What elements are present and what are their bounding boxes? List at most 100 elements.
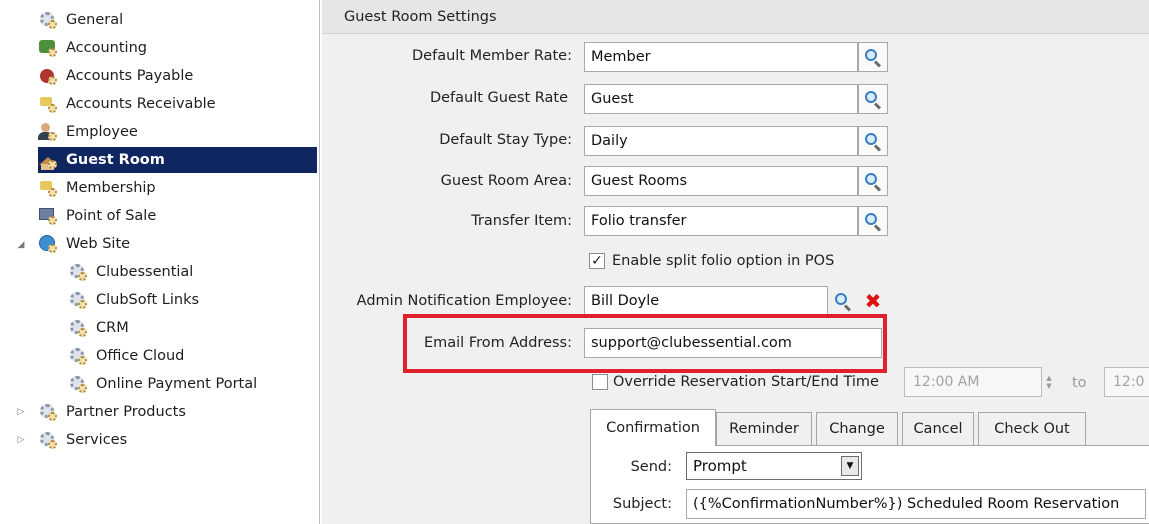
dropdown-arrow-icon[interactable]: ▼ — [841, 456, 859, 476]
tab-reminder[interactable]: Reminder — [716, 412, 812, 445]
admin-notification-employee-lookup-button[interactable] — [828, 286, 858, 316]
tree-item-label: General — [66, 12, 124, 28]
subject-label: Subject: — [612, 496, 672, 512]
tree-item-clubsoft-links[interactable]: ClubSoft Links — [68, 287, 199, 313]
web-site-icon — [38, 234, 58, 254]
expand-arrow-icon[interactable]: ▷ — [16, 435, 26, 445]
tree-item-label: Accounting — [66, 40, 147, 56]
guest-room-area-label: Guest Room Area: — [440, 173, 572, 189]
tree-item-label: Online Payment Portal — [96, 376, 258, 392]
tree-item-web-site[interactable]: Web Site — [38, 231, 130, 257]
membership-icon — [38, 178, 58, 198]
magnifier-icon — [864, 90, 882, 110]
tree-item-employee[interactable]: Employee — [38, 119, 138, 145]
point-of-sale-icon — [38, 206, 58, 226]
transfer-item-label: Transfer Item: — [471, 213, 572, 229]
gear-icon — [68, 262, 88, 282]
default-member-rate-lookup-button[interactable] — [858, 42, 888, 72]
send-dropdown-value: Prompt — [693, 457, 747, 475]
default-guest-rate-label: Default Guest Rate — [429, 90, 568, 106]
expand-arrow-icon[interactable]: ▷ — [16, 407, 26, 417]
tree-item-label: Web Site — [66, 236, 131, 252]
tab-change[interactable]: Change — [816, 412, 898, 445]
employee-icon — [38, 122, 58, 142]
gear-icon — [38, 402, 58, 422]
tree-item-label: CRM — [96, 320, 129, 336]
gear-icon — [68, 290, 88, 310]
guest-room-area-input[interactable]: Guest Rooms — [584, 166, 858, 196]
override-reservation-checkbox[interactable] — [592, 374, 608, 390]
gear-icon — [38, 430, 58, 450]
split-folio-checkbox[interactable]: ✓ — [589, 253, 605, 269]
default-member-rate-input[interactable]: Member — [584, 42, 858, 72]
transfer-item-input[interactable]: Folio transfer — [584, 206, 858, 236]
tree-item-online-payment-portal[interactable]: Online Payment Portal — [68, 371, 257, 397]
magnifier-icon — [864, 212, 882, 232]
magnifier-icon — [864, 132, 882, 152]
guest-room-icon — [38, 150, 58, 170]
tree-item-partner-products[interactable]: Partner Products — [38, 399, 186, 425]
send-dropdown[interactable]: Prompt ▼ — [686, 452, 862, 480]
transfer-item-lookup-button[interactable] — [858, 206, 888, 236]
tree-item-label: Services — [66, 432, 128, 448]
tree-item-label: Office Cloud — [96, 348, 185, 364]
tree-item-label: Membership — [66, 180, 156, 196]
tree-item-accounts-payable[interactable]: Accounts Payable — [38, 63, 193, 89]
start-time-spinner[interactable]: ▲ ▼ — [1042, 367, 1056, 397]
magnifier-icon — [864, 172, 882, 192]
tree-item-office-cloud[interactable]: Office Cloud — [68, 343, 184, 369]
override-reservation-label: Override Reservation Start/End Time — [613, 374, 879, 390]
spinner-up-icon: ▲ — [1046, 374, 1052, 382]
accounts-receivable-icon — [38, 94, 58, 114]
default-guest-rate-lookup-button[interactable] — [858, 84, 888, 114]
admin-notification-employee-input[interactable]: Bill Doyle — [584, 286, 828, 316]
tree-item-label: Guest Room — [66, 152, 165, 168]
tree-item-label: Employee — [66, 124, 138, 140]
tree-item-label: Point of Sale — [66, 208, 157, 224]
tree-item-accounting[interactable]: Accounting — [38, 35, 147, 61]
tree-item-services[interactable]: Services — [38, 427, 127, 453]
tab-check-out[interactable]: Check Out — [978, 412, 1086, 445]
default-stay-type-input[interactable]: Daily — [584, 126, 858, 156]
spinner-down-icon: ▼ — [1046, 382, 1052, 390]
tab-confirmation[interactable]: Confirmation — [590, 409, 716, 446]
subject-input[interactable]: ({%ConfirmationNumber%}) Scheduled Room … — [686, 489, 1146, 519]
magnifier-icon — [834, 292, 852, 312]
email-from-address-input[interactable]: support@clubessential.com — [584, 328, 882, 358]
tree-item-accounts-receivable[interactable]: Accounts Receivable — [38, 91, 216, 117]
admin-notification-employee-label: Admin Notification Employee: — [356, 293, 572, 309]
tab-cancel[interactable]: Cancel — [902, 412, 974, 445]
default-stay-type-lookup-button[interactable] — [858, 126, 888, 156]
settings-tree: General Accounting Accounts Payable Acco… — [0, 0, 320, 524]
to-label: to — [1072, 375, 1087, 391]
tree-item-crm[interactable]: CRM — [68, 315, 129, 341]
tree-item-label: Accounts Payable — [66, 68, 194, 84]
email-from-address-label: Email From Address: — [423, 335, 572, 351]
accounts-payable-icon — [38, 66, 58, 86]
magnifier-icon — [864, 48, 882, 68]
tree-item-membership[interactable]: Membership — [38, 175, 156, 201]
gear-icon — [38, 10, 58, 30]
guest-room-area-lookup-button[interactable] — [858, 166, 888, 196]
gear-icon — [68, 346, 88, 366]
collapse-arrow-icon[interactable]: ◢ — [16, 240, 26, 250]
default-member-rate-label: Default Member Rate: — [412, 48, 572, 64]
checkmark-icon: ✓ — [591, 253, 603, 269]
tree-item-point-of-sale[interactable]: Point of Sale — [38, 203, 156, 229]
tree-item-guest-room[interactable]: Guest Room — [38, 147, 317, 173]
default-stay-type-label: Default Stay Type: — [439, 132, 572, 148]
gear-icon — [68, 374, 88, 394]
tree-item-clubessential[interactable]: Clubessential — [68, 259, 193, 285]
end-time-input[interactable]: 12:0 — [1104, 367, 1149, 397]
tree-item-general[interactable]: General — [38, 7, 123, 33]
tree-item-label: Clubessential — [96, 264, 194, 280]
accounting-icon — [38, 38, 58, 58]
send-label: Send: — [630, 459, 672, 475]
tree-item-label: Accounts Receivable — [66, 96, 216, 112]
delete-x-icon: ✖ — [864, 289, 882, 313]
start-time-input[interactable]: 12:00 AM — [904, 367, 1042, 397]
panel-title: Guest Room Settings — [322, 0, 1149, 34]
clear-employee-button[interactable]: ✖ — [860, 286, 886, 316]
tree-item-label: ClubSoft Links — [96, 292, 200, 308]
default-guest-rate-input[interactable]: Guest — [584, 84, 858, 114]
